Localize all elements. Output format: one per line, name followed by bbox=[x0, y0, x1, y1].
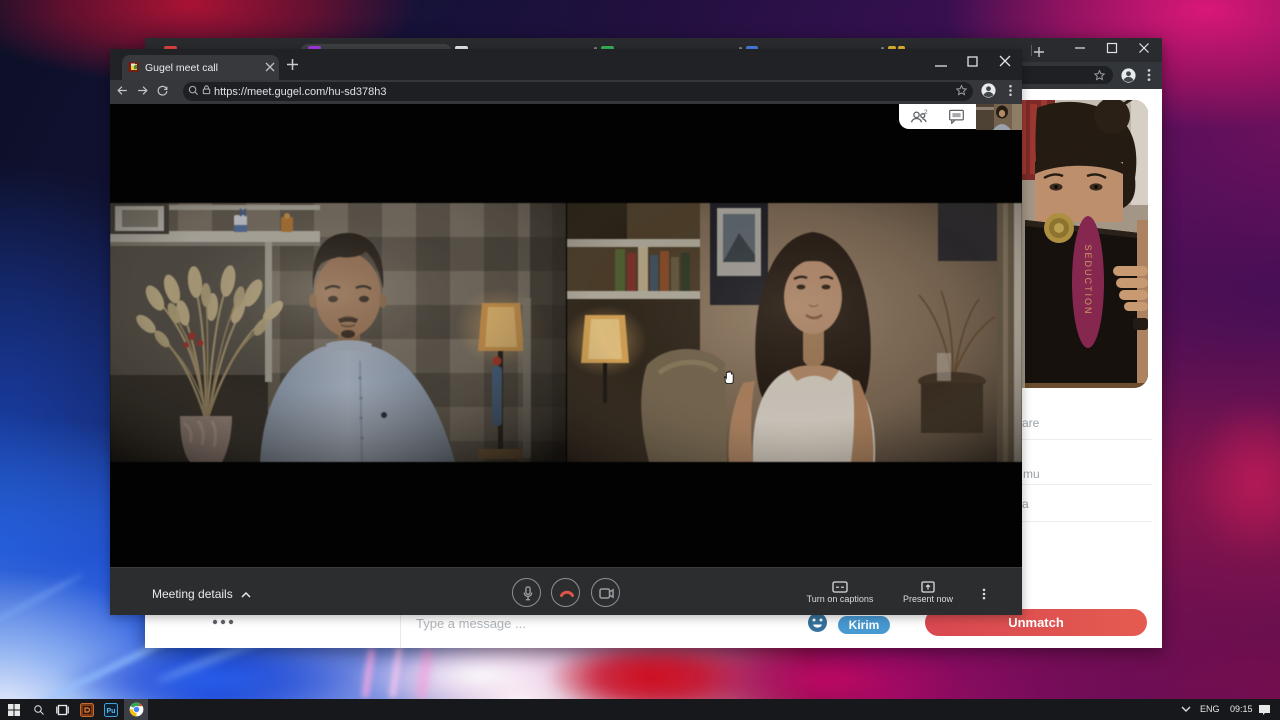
svg-text:Pu: Pu bbox=[107, 708, 116, 715]
svg-text:SEDUCTION: SEDUCTION bbox=[1083, 244, 1093, 315]
svg-text:2: 2 bbox=[924, 109, 928, 116]
